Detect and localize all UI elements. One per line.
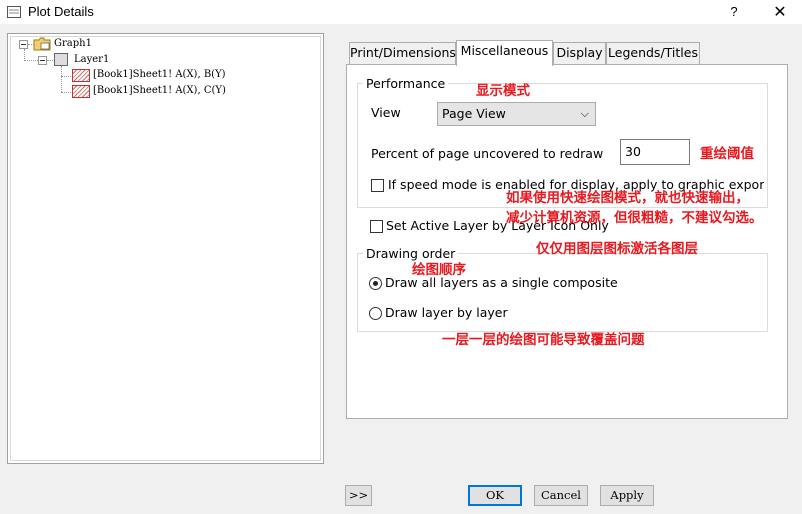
annotation-drawing-order: 绘图顺序 (412, 262, 466, 278)
tab-legends-titles[interactable]: Legends/Titles (606, 42, 700, 64)
tree-item-layer1[interactable]: Layer1 (74, 54, 109, 65)
app-icon (7, 6, 21, 18)
view-select[interactable]: Page View ⌵ (437, 102, 596, 126)
annotation-display-mode: 显示模式 (476, 83, 530, 99)
annotation-layer-by-layer: 一层一层的绘图可能导致覆盖问题 (442, 332, 645, 348)
annotation-redraw-threshold: 重绘阈值 (700, 146, 754, 162)
annotation-active-layer: 仅仅用图层图标激活各图层 (536, 241, 698, 257)
annotation-speed-mode-1: 如果使用快速绘图模式，就也快速输出， (506, 190, 749, 206)
tree-item-plot[interactable]: [Book1]Sheet1! A(X), B(Y) (93, 69, 226, 80)
expand-button[interactable]: >> (345, 485, 372, 506)
annotation-speed-mode-2: 减少计算机资源，但很粗糙，不建议勾选。 (506, 210, 763, 226)
graph-collapse-toggle[interactable] (19, 40, 28, 49)
tab-miscellaneous[interactable]: Miscellaneous (456, 40, 553, 66)
layer-collapse-toggle[interactable] (38, 56, 47, 65)
layer-tree (10, 36, 321, 461)
active-layer-checkbox[interactable] (370, 220, 383, 233)
tab-display[interactable]: Display (553, 42, 606, 64)
speed-mode-checkbox[interactable] (371, 179, 384, 192)
layer-by-layer-radio-label: Draw layer by layer (385, 305, 508, 320)
layer-icon (54, 53, 68, 66)
redraw-label: Percent of page uncovered to redraw (371, 146, 604, 161)
title-bar (0, 0, 802, 24)
redraw-percent-input[interactable]: 30 (620, 139, 690, 165)
chevron-down-icon: ⌵ (580, 107, 589, 120)
apply-button[interactable]: Apply (600, 485, 654, 506)
tree-item-plot[interactable]: [Book1]Sheet1! A(X), C(Y) (93, 85, 226, 96)
close-button[interactable]: ✕ (766, 0, 794, 24)
layer-by-layer-radio[interactable] (369, 307, 382, 320)
view-label: View (371, 105, 401, 120)
view-select-value: Page View (442, 106, 506, 121)
cancel-button[interactable]: Cancel (534, 485, 588, 506)
performance-group-title: Performance (363, 76, 449, 91)
ok-button[interactable]: OK (468, 485, 522, 506)
help-button[interactable]: ? (722, 0, 746, 24)
tree-item-graph1[interactable]: Graph1 (54, 38, 92, 49)
composite-radio[interactable] (369, 277, 382, 290)
tab-print-dimensions[interactable]: Print/Dimensions (349, 42, 456, 64)
plot-icon (72, 69, 90, 82)
folder-icon (33, 37, 51, 51)
window-title: Plot Details (28, 4, 94, 19)
plot-icon (72, 85, 90, 98)
